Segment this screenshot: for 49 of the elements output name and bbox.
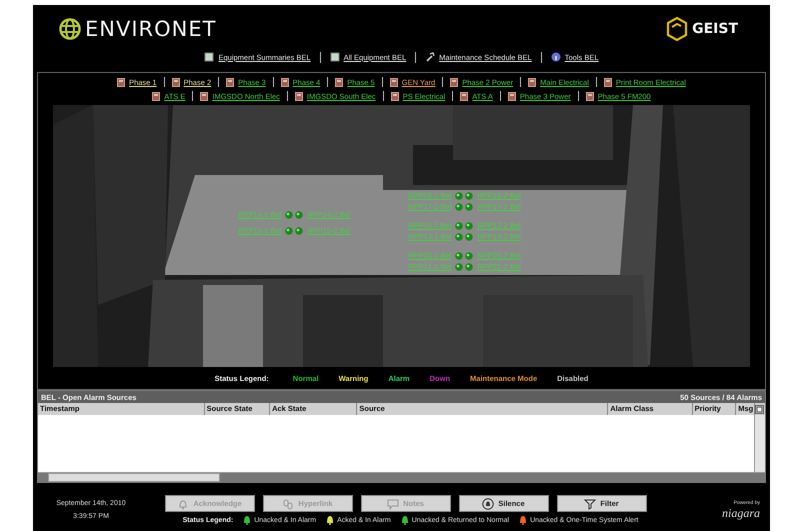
status-dot-icon [465, 222, 474, 230]
status-dot-icon [465, 262, 474, 270]
filter-icon [584, 498, 596, 510]
status-dot-icon [455, 252, 464, 260]
column-chooser-icon [755, 404, 764, 414]
folder-icon [450, 78, 458, 86]
folder-icon [172, 78, 180, 86]
folder-icon [152, 92, 160, 100]
status-dot-icon [285, 210, 294, 218]
hammer-icon [425, 52, 436, 62]
folder-icon [508, 92, 516, 100]
scroll-thumb[interactable] [48, 473, 220, 482]
folder-icon [586, 92, 594, 100]
document-icon [204, 52, 214, 62]
speech-bubble-icon [387, 498, 400, 510]
folder-icon [604, 78, 612, 86]
info-icon [550, 52, 561, 62]
vertical-scrollbar[interactable] [754, 415, 765, 472]
status-dot-icon [285, 226, 294, 234]
status-dot-icon [455, 192, 464, 200]
folder-icon [460, 92, 468, 100]
status-dot-icon [465, 202, 474, 210]
status-dot-icon [455, 232, 464, 240]
status-dot-icon [465, 192, 474, 200]
link-icon [282, 498, 294, 510]
folder-icon [390, 92, 399, 100]
folder-icon [117, 78, 126, 86]
logo-text: ENVIRONET [85, 17, 216, 41]
bell-icon [482, 498, 494, 510]
status-dot-icon [295, 210, 304, 218]
status-dot-icon [295, 226, 304, 234]
folder-icon [528, 78, 536, 86]
folder-icon [390, 78, 398, 86]
document-icon [330, 52, 340, 62]
status-dot-icon [455, 202, 464, 210]
folder-icon [226, 78, 234, 86]
status-dot-icon [455, 262, 464, 270]
folder-icon [335, 78, 344, 86]
globe-icon [59, 18, 81, 40]
folder-icon [200, 92, 208, 100]
horizontal-scrollbar[interactable] [38, 472, 765, 482]
brand-logo-text: GEIST [692, 21, 738, 37]
status-dot-icon [465, 252, 474, 260]
niagara-logo-text: niagara [722, 506, 760, 520]
folder-icon [294, 92, 303, 100]
status-dot-icon [465, 232, 474, 240]
folder-icon [280, 78, 289, 86]
status-dot-icon [455, 222, 464, 230]
bell-icon [177, 498, 190, 510]
